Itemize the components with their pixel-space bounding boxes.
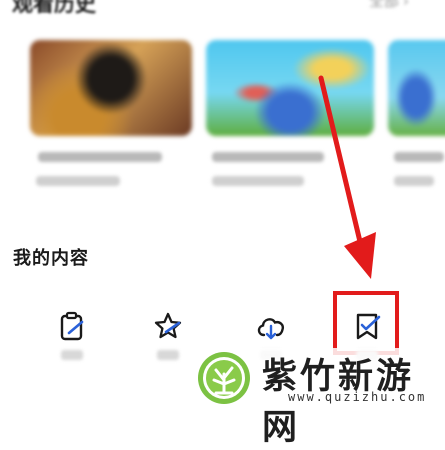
- history-video-title: [38, 152, 162, 162]
- cloud-download-icon: [257, 318, 285, 340]
- my-content-title: 我的内容: [13, 248, 89, 269]
- see-all-label: 全部: [368, 0, 399, 10]
- favorites-button[interactable]: 收藏: [148, 310, 188, 364]
- bamboo-tree-logo-icon: [198, 352, 250, 404]
- star-edit-icon: [154, 312, 182, 339]
- clipboard-edit-icon: [60, 311, 84, 341]
- subscriptions-label: 订阅: [61, 350, 83, 360]
- history-video-title: [394, 152, 444, 162]
- see-all-history-link[interactable]: 全部 ›: [369, 0, 409, 11]
- site-watermark: 紫竹新游网 www.quzizhu.com: [192, 348, 445, 448]
- history-video-title: [212, 152, 324, 162]
- history-video-meta: [394, 176, 434, 186]
- subscriptions-button[interactable]: 订阅: [52, 310, 92, 364]
- history-video-thumbnail[interactable]: [388, 40, 445, 136]
- watch-history-title: 观看历史: [12, 0, 96, 16]
- bookmark-check-icon: [356, 313, 381, 340]
- chevron-right-icon: ›: [403, 0, 409, 10]
- favorites-label: 收藏: [157, 350, 179, 360]
- history-video-meta: [212, 176, 304, 186]
- watermark-url: www.quzizhu.com: [288, 390, 427, 404]
- watch-history-list: [0, 40, 445, 200]
- history-video-thumbnail[interactable]: [206, 40, 374, 136]
- history-video-meta: [36, 176, 120, 186]
- history-video-thumbnail[interactable]: [30, 40, 192, 136]
